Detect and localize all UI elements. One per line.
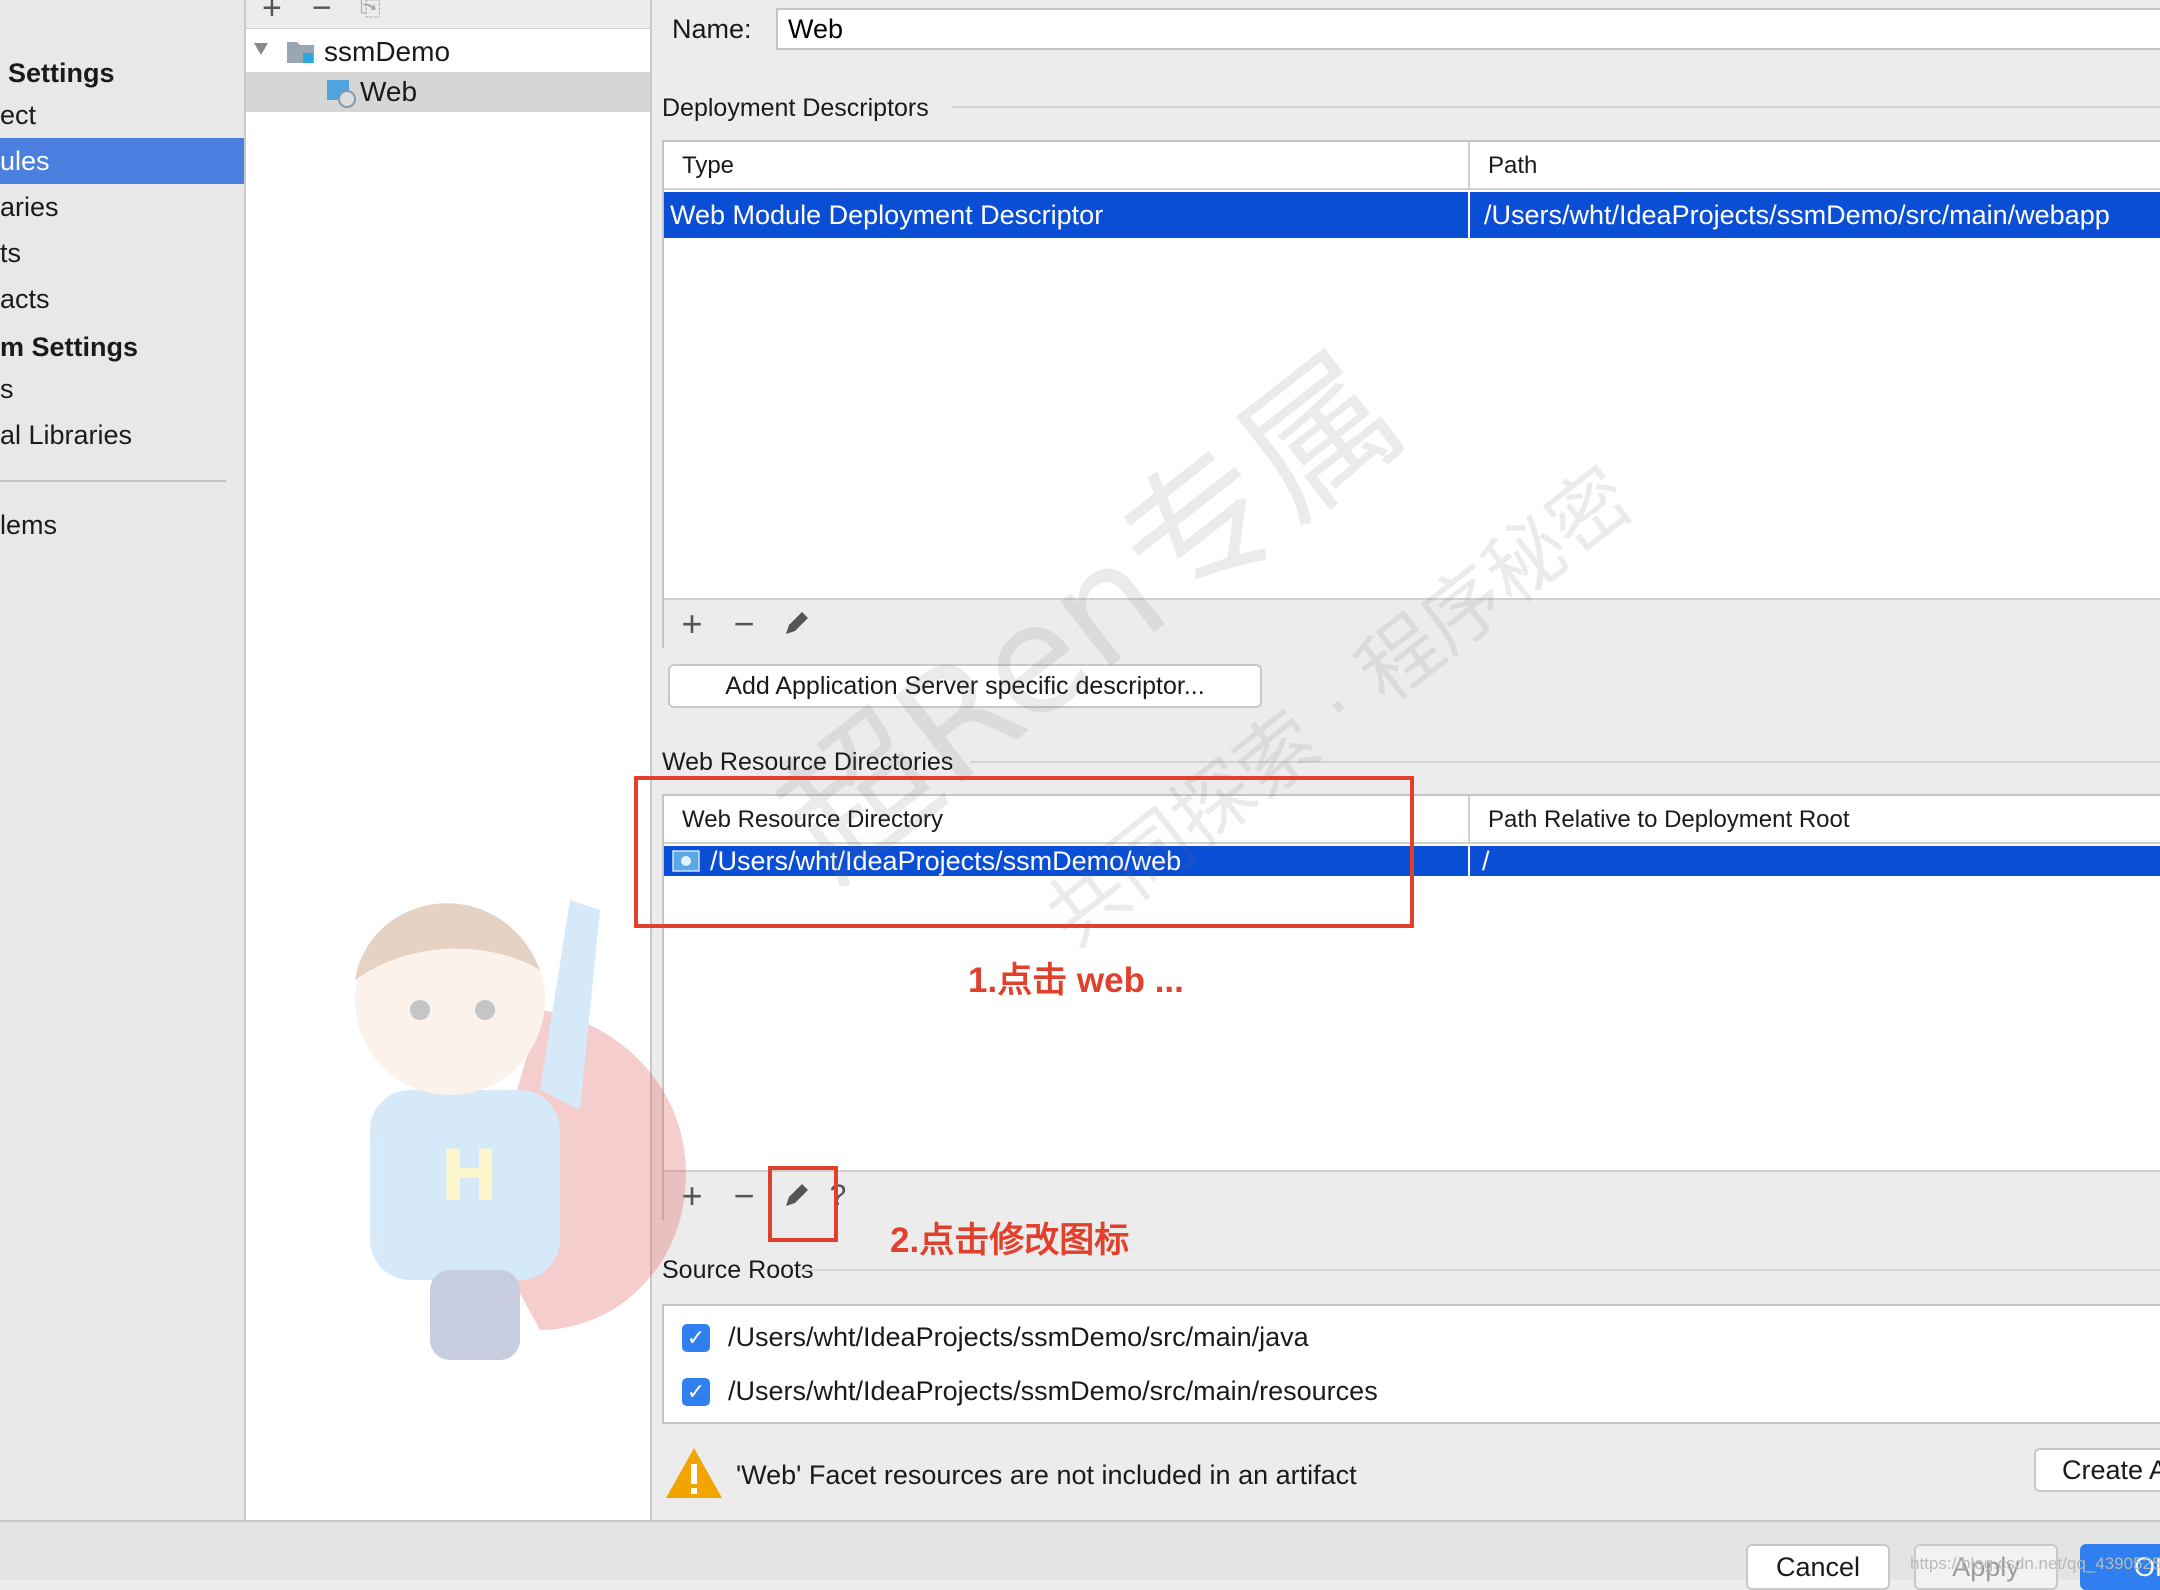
step1-annotation: 1.点击 web ...: [968, 961, 1184, 1000]
settings-nav: Settings ect ules aries ts acts m Settin…: [0, 0, 246, 1520]
nav-item-libraries[interactable]: aries: [0, 184, 244, 230]
section-separator: [798, 1269, 2160, 1271]
copy-icon[interactable]: ⎘: [360, 0, 381, 19]
row-path: /Users/wht/IdeaProjects/ssmDemo/src/main…: [1484, 200, 2110, 230]
facet-name-input[interactable]: [776, 8, 2160, 50]
tree-toolbar: + − ⎘: [246, 0, 650, 29]
source-root-path: /Users/wht/IdeaProjects/ssmDemo/src/main…: [728, 1376, 1378, 1406]
cell-divider: [1468, 192, 1470, 238]
column-header-path[interactable]: Path: [1470, 142, 2160, 190]
tree-node-label: Web: [360, 76, 418, 107]
facet-settings-panel: Name: Deployment Descriptors Type Path W…: [652, 0, 2160, 1520]
nav-item-modules[interactable]: ules: [0, 138, 244, 184]
mascot-watermark-image: H: [355, 900, 686, 1360]
module-folder-icon: [287, 42, 314, 63]
highlight-web-resource-row: [634, 776, 1414, 928]
highlight-edit-icon: [768, 1166, 838, 1242]
tree-node-ssmdemo[interactable]: ssmDemo: [246, 32, 650, 72]
row-type: Web Module Deployment Descriptor: [670, 200, 1104, 230]
section-separator: [952, 106, 2160, 108]
nav-item-artifacts[interactable]: acts: [0, 276, 244, 322]
step2-annotation: 2.点击修改图标: [890, 1221, 1130, 1260]
deployment-table-toolbar: + −: [664, 598, 2160, 648]
name-label: Name:: [672, 14, 752, 44]
add-server-descriptor-button[interactable]: Add Application Server specific descript…: [668, 664, 1262, 708]
add-icon[interactable]: +: [672, 604, 712, 644]
edit-pencil-icon[interactable]: [776, 604, 816, 644]
create-artifact-button[interactable]: Create A: [2034, 1448, 2160, 1492]
column-header-type[interactable]: Type: [664, 142, 1470, 190]
source-root-path: /Users/wht/IdeaProjects/ssmDemo/src/main…: [728, 1322, 1309, 1352]
add-icon[interactable]: +: [262, 0, 282, 25]
nav-heading-project-settings: Settings: [8, 58, 115, 88]
nav-item-global-libraries[interactable]: al Libraries: [0, 412, 244, 458]
remove-icon[interactable]: −: [724, 604, 764, 644]
expand-arrow-icon[interactable]: [252, 40, 270, 58]
nav-item-problems[interactable]: lems: [0, 502, 244, 548]
svg-text:H: H: [440, 1135, 499, 1217]
cancel-button[interactable]: Cancel: [1746, 1544, 1890, 1590]
deployment-section-title: Deployment Descriptors: [662, 94, 929, 122]
remove-icon[interactable]: −: [312, 0, 332, 25]
column-header-relative-path[interactable]: Path Relative to Deployment Root: [1470, 796, 2160, 844]
nav-item-project[interactable]: ect: [0, 92, 244, 138]
url-watermark: https://blog.csdn.net/qq_4390525: [1910, 1554, 2160, 1573]
tree-node-label: ssmDemo: [324, 36, 451, 67]
cell-divider: [1468, 846, 1470, 876]
nav-item-facets[interactable]: ts: [0, 230, 244, 276]
row-relative-path: /: [1482, 846, 1490, 876]
section-separator: [970, 761, 2160, 763]
source-root-checkbox[interactable]: ✓: [682, 1378, 710, 1406]
nav-item-sdks[interactable]: s: [0, 366, 244, 412]
web-resource-table-toolbar: + − ?: [664, 1170, 2160, 1220]
nav-divider: [0, 480, 226, 482]
source-roots-list: ✓ /Users/wht/IdeaProjects/ssmDemo/src/ma…: [662, 1304, 2160, 1424]
warning-text: 'Web' Facet resources are not included i…: [736, 1460, 1357, 1490]
web-facet-icon: [327, 80, 356, 108]
deployment-descriptor-table: Type Path Web Module Deployment Descript…: [662, 140, 2160, 648]
tree-node-web[interactable]: Web: [246, 72, 650, 112]
dialog-button-bar: Cancel Apply OK https://blog.csdn.net/qq…: [0, 1520, 2160, 1590]
warning-icon: [666, 1448, 722, 1498]
table-row[interactable]: Web Module Deployment Descriptor /Users/…: [664, 192, 2160, 238]
web-resources-section-title: Web Resource Directories: [662, 748, 954, 776]
nav-heading-platform-settings: m Settings: [0, 332, 139, 362]
